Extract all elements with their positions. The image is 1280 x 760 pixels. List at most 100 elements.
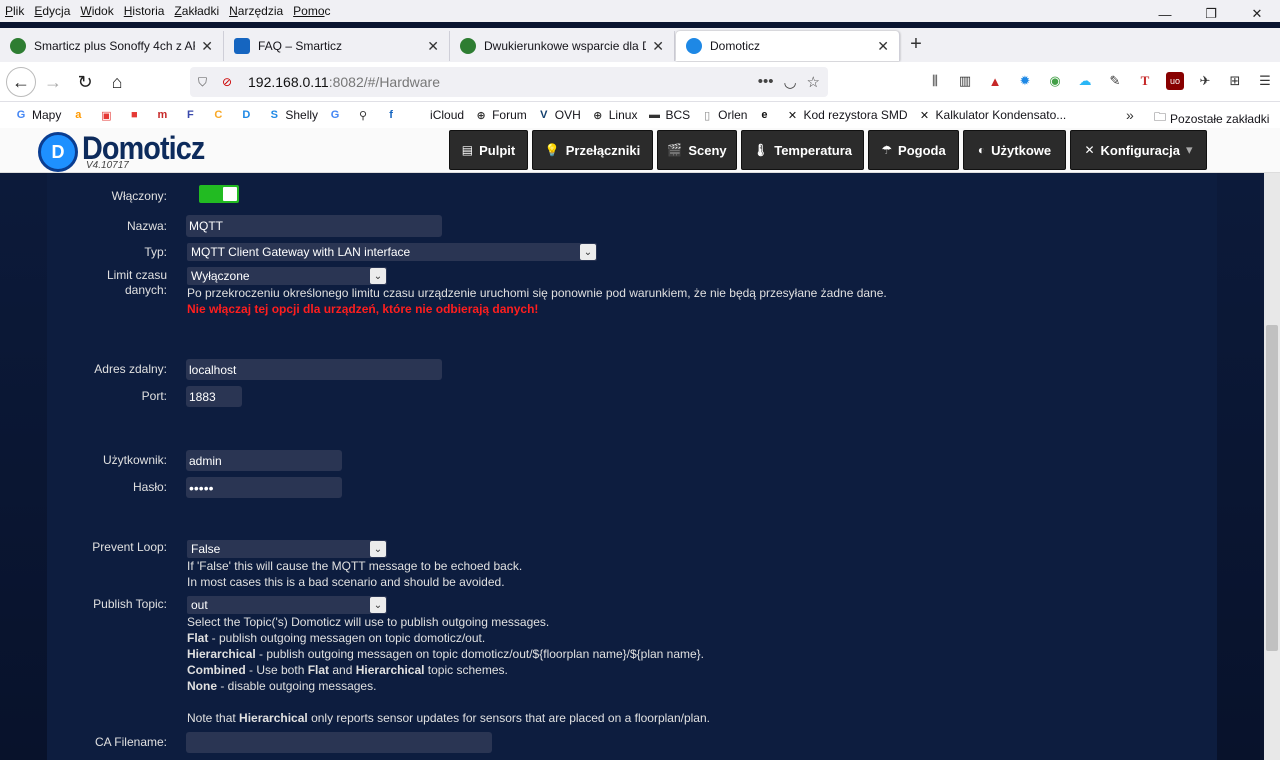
remote-address-input[interactable]: localhost bbox=[186, 359, 442, 380]
chevron-down-icon: ⌄ bbox=[370, 268, 386, 284]
ca-filename-input[interactable] bbox=[186, 732, 492, 753]
tab-title: FAQ – Smarticz bbox=[258, 39, 343, 53]
bookmark-icon: V bbox=[540, 109, 548, 121]
username-input[interactable]: admin bbox=[186, 450, 342, 471]
menu-item[interactable]: Edycja bbox=[29, 4, 75, 18]
menu-item[interactable]: Widok bbox=[75, 4, 118, 18]
bookmark-item[interactable]: m bbox=[155, 108, 173, 122]
extension-icon[interactable]: ✈ bbox=[1196, 72, 1214, 90]
chevron-down-icon: ⌄ bbox=[580, 244, 596, 260]
domoticz-logo-icon[interactable]: D bbox=[38, 132, 78, 172]
bookmark-item[interactable]: G bbox=[328, 108, 346, 122]
page-actions-icon[interactable]: ••• bbox=[758, 73, 774, 91]
nav-pogoda[interactable]: ☂ Pogoda bbox=[868, 130, 959, 170]
home-icon[interactable]: ⌂ bbox=[102, 67, 132, 97]
bookmark-item[interactable]: ✕ Kod rezystora SMD bbox=[785, 108, 908, 122]
new-tab-icon[interactable]: + bbox=[904, 32, 928, 56]
menu-item[interactable]: Plik bbox=[0, 4, 29, 18]
bookmark-item[interactable]: ⚲ bbox=[356, 108, 374, 122]
library-icon[interactable]: ⫼ bbox=[926, 72, 944, 90]
menu-item[interactable]: Narzędzia bbox=[224, 4, 288, 18]
other-bookmarks[interactable]: 🗀 Pozostałe zakładki bbox=[1154, 108, 1269, 129]
port-input[interactable]: 1883 bbox=[186, 386, 242, 407]
navigation-toolbar: ← → ↻ ⌂ ⛉ ⊘ 192.168.0.11:8082/#/Hardware… bbox=[0, 62, 1280, 102]
menu-item[interactable]: Zakładki bbox=[169, 4, 224, 18]
shield-icon[interactable]: ⛉ bbox=[198, 75, 214, 90]
nav-icon: 🎬 bbox=[667, 143, 683, 157]
type-select[interactable]: MQTT Client Gateway with LAN interface ⌄ bbox=[187, 243, 597, 261]
tab-faq-smarticz[interactable]: FAQ – Smarticz ✕ bbox=[224, 31, 450, 61]
bookmark-item[interactable]: D bbox=[239, 108, 257, 122]
bookmark-item[interactable]: F bbox=[183, 108, 201, 122]
close-tab-icon[interactable]: ✕ bbox=[877, 38, 889, 55]
bookmark-icon: ▣ bbox=[101, 109, 112, 122]
tab-smarticz-sonoff[interactable]: Smarticz plus Sonoffy 4ch z AF ✕ bbox=[0, 31, 224, 61]
more-bookmarks-icon[interactable]: » bbox=[1126, 107, 1134, 123]
bookmark-item[interactable]: S Shelly bbox=[267, 108, 318, 122]
bookmark-item[interactable]: G Mapy bbox=[14, 108, 62, 122]
menu-item[interactable]: Historia bbox=[119, 4, 170, 18]
bookmark-item[interactable]: ⊕ Forum bbox=[474, 108, 526, 122]
enabled-toggle[interactable] bbox=[199, 185, 239, 203]
prevent-loop-select[interactable]: False ⌄ bbox=[187, 540, 387, 558]
password-input[interactable]: ••••• bbox=[186, 477, 342, 498]
url-text[interactable]: 192.168.0.11:8082/#/Hardware bbox=[248, 74, 440, 90]
forward-icon[interactable]: → bbox=[38, 67, 68, 97]
name-input[interactable]: MQTT bbox=[186, 215, 442, 237]
translate-icon[interactable]: T bbox=[1136, 72, 1154, 90]
bookmark-item[interactable]: ■ bbox=[127, 108, 145, 122]
bookmark-item[interactable]: ✕ Kalkulator Kondensato... bbox=[918, 108, 1066, 122]
nav-sceny[interactable]: 🎬 Sceny bbox=[657, 130, 737, 170]
ublock-icon[interactable]: uo bbox=[1166, 72, 1184, 90]
url-bar[interactable]: ⛉ ⊘ 192.168.0.11:8082/#/Hardware ••• ◡ ☆ bbox=[190, 67, 828, 97]
bookmark-icon: G bbox=[330, 109, 340, 121]
bookmark-item[interactable]: a bbox=[71, 108, 89, 122]
nav-label: Użytkowe bbox=[991, 142, 1052, 158]
extension-icon[interactable]: ◉ bbox=[1046, 72, 1064, 90]
bookmark-item[interactable]: iCloud bbox=[412, 108, 464, 122]
bookmark-item[interactable]: V OVH bbox=[537, 108, 581, 122]
bookmark-item[interactable]: C bbox=[211, 108, 229, 122]
bookmark-item[interactable]: ⊕ Linux bbox=[591, 108, 637, 122]
timeout-select[interactable]: Wyłączone ⌄ bbox=[187, 267, 387, 285]
bookmark-item[interactable]: f bbox=[384, 108, 402, 122]
scrollbar-thumb[interactable] bbox=[1266, 325, 1278, 651]
nav-konfiguracja[interactable]: ✕ Konfiguracja ▾ bbox=[1070, 130, 1207, 170]
nav-pulpit[interactable]: ▤ Pulpit bbox=[449, 130, 528, 170]
bookmark-item[interactable]: ▯ Orlen bbox=[700, 108, 747, 122]
pocket-icon[interactable]: ◡ bbox=[783, 73, 796, 91]
minimize-icon[interactable]: — bbox=[1142, 0, 1188, 28]
nav-temperatura[interactable]: 🌡 Temperatura bbox=[741, 130, 864, 170]
cloud-icon[interactable]: ☁ bbox=[1076, 72, 1094, 90]
nav-przełączniki[interactable]: 💡 Przełączniki bbox=[532, 130, 653, 170]
close-tab-icon[interactable]: ✕ bbox=[201, 38, 213, 55]
nav-label: Sceny bbox=[688, 142, 727, 158]
back-icon[interactable]: ← bbox=[6, 67, 36, 97]
eyedropper-icon[interactable]: ✎ bbox=[1106, 72, 1124, 90]
extensions-icon[interactable]: ⊞ bbox=[1226, 72, 1244, 90]
nav-użytkowe[interactable]: ◐ Użytkowe bbox=[963, 130, 1066, 170]
tab-dwukierunkowe[interactable]: Dwukierunkowe wsparcie dla D ✕ bbox=[450, 31, 675, 61]
bookmark-item[interactable]: ▬ BCS bbox=[647, 108, 690, 122]
menu-item[interactable]: Pomoc bbox=[288, 4, 335, 18]
extension-icon[interactable]: ✹ bbox=[1016, 72, 1034, 90]
tab-domoticz[interactable]: Domoticz ✕ bbox=[676, 31, 900, 61]
close-window-icon[interactable]: ✕ bbox=[1234, 0, 1280, 28]
topic-flat-help: Flat - publish outgoing messagen on topi… bbox=[187, 631, 486, 645]
sidebar-icon[interactable]: ▥ bbox=[956, 72, 974, 90]
publish-topic-select[interactable]: out ⌄ bbox=[187, 596, 387, 614]
bookmark-item[interactable]: ▣ bbox=[99, 108, 117, 122]
insecure-lock-icon[interactable]: ⊘ bbox=[222, 75, 238, 89]
bookmark-star-icon[interactable]: ☆ bbox=[807, 73, 820, 91]
menu-icon[interactable]: ☰ bbox=[1256, 72, 1274, 90]
restore-icon[interactable]: ❐ bbox=[1188, 0, 1234, 28]
bookmark-item[interactable]: e bbox=[757, 108, 775, 122]
page-scrollbar[interactable] bbox=[1264, 173, 1280, 760]
extension-icon[interactable]: ▲ bbox=[986, 72, 1004, 90]
close-tab-icon[interactable]: ✕ bbox=[427, 38, 439, 55]
close-tab-icon[interactable]: ✕ bbox=[652, 38, 664, 55]
topic-note: Note that Hierarchical only reports sens… bbox=[187, 711, 710, 725]
other-bookmarks-label: Pozostałe zakładki bbox=[1170, 111, 1270, 126]
reload-icon[interactable]: ↻ bbox=[70, 67, 100, 97]
ca-filename-label: CA Filename: bbox=[94, 735, 167, 749]
